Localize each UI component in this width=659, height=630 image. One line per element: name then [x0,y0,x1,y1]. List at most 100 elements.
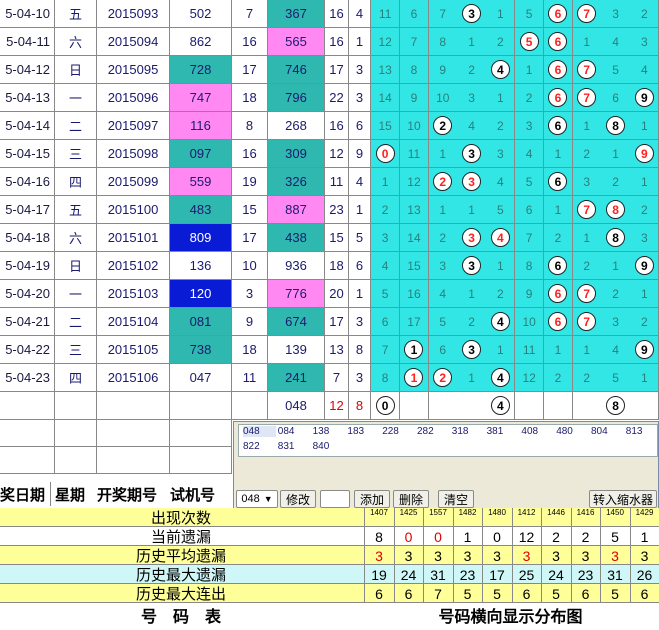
pending-distribution-cell: 8 [601,392,631,420]
number-ball: 7 [577,200,597,219]
miss-count: 2 [554,230,562,245]
winning-span: 3 [349,308,371,336]
candidate-number[interactable]: 228 [382,426,415,437]
candidate-number[interactable]: 138 [313,426,346,437]
miss-count: 10 [436,90,450,105]
winning-sum: 12 [325,140,349,168]
miss-count: 3 [468,90,475,105]
draw-date: 5-04-11 [0,28,55,56]
miss-count: 4 [640,62,648,77]
miss-count: 17 [407,314,421,329]
miss-count: 7 [525,230,533,245]
winning-span: 8 [349,336,371,364]
distribution-cell: 8 [601,196,631,224]
number-select[interactable]: 048 ▼ [236,490,278,508]
number-ball: 3 [462,172,482,191]
stats-value: 23 [570,565,600,584]
miss-count: 4 [612,342,619,357]
candidate-number[interactable]: 408 [521,426,554,437]
stats-value: 23 [452,565,482,584]
distribution-cell: 2 [515,84,545,112]
candidate-number[interactable]: 318 [452,426,485,437]
miss-count: 2 [496,118,504,133]
miss-count: 5 [496,202,504,217]
delete-button[interactable]: 删除 [393,490,429,508]
winning-sum: 11 [325,168,349,196]
miss-count: 5 [439,314,447,329]
stats-value: 3 [511,546,541,565]
candidate-number[interactable]: 480 [556,426,589,437]
blank-cell [0,447,55,474]
candidate-number[interactable]: 804 [591,426,624,437]
miss-count: 2 [525,90,533,105]
distribution-cell: 2 [428,168,458,196]
stats-value: 24 [393,565,423,584]
pending-distribution-cell [515,392,545,420]
miss-count: 1 [640,286,648,301]
distribution-cell: 8 [601,112,631,140]
footer-distribution: 号码横向显示分布图 [438,609,583,626]
miss-count: 2 [583,146,591,161]
candidate-number[interactable]: 822 [243,441,276,452]
pending-cell: 048 [268,392,325,420]
distribution-cell: 1 [399,336,430,364]
number-ball: 0 [375,144,395,163]
stats-label: 出现次数 [150,510,211,527]
modify-button[interactable]: 修改 [280,490,316,508]
distribution-cell: 2 [428,224,458,252]
candidate-number[interactable]: 084 [278,426,311,437]
distribution-cell: 1 [486,336,516,364]
miss-count: 5 [612,370,619,385]
number-ball: 7 [577,4,597,23]
candidate-number[interactable]: 048 [243,426,276,437]
miss-count: 14 [407,230,421,245]
shrink-button[interactable]: 转入缩水器 [589,490,657,508]
number-ball: 7 [577,312,597,331]
stats-value: 26 [629,565,659,584]
candidate-number[interactable]: 381 [487,426,520,437]
candidate-number[interactable]: 282 [417,426,450,437]
candidate-number[interactable]: 840 [313,441,346,452]
stats-label: 历史最大遗漏 [135,567,226,584]
distribution-cell: 7 [572,56,602,84]
pending-distribution-cell [399,392,430,420]
stats-label: 当前遗漏 [150,529,211,546]
miss-count: 4 [381,258,389,273]
miss-count: 11 [522,342,536,357]
draw-date: 5-04-14 [0,112,55,140]
distribution-cell: 6 [543,280,574,308]
miss-count: 1 [468,370,475,385]
number-input[interactable] [320,490,350,508]
winning-number: 326 [268,168,325,196]
pending-cell: 8 [349,392,371,420]
candidate-number[interactable]: 183 [347,426,380,437]
distribution-cell: 2 [601,280,631,308]
candidate-number[interactable]: 813 [626,426,659,437]
draw-date: 5-04-18 [0,224,55,252]
trial-number: 136 [170,252,232,280]
miss-count: 5 [525,174,533,189]
add-button[interactable]: 添加 [354,490,390,508]
pending-number-ball: 0 [375,396,395,415]
winning-number: 438 [268,224,325,252]
stats-value: 8 [364,527,393,546]
miss-count: 2 [496,34,504,49]
distribution-cell: 11 [399,140,430,168]
miss-count: 10 [407,118,421,133]
distribution-cell: 4 [486,56,516,84]
distribution-cell: 10 [428,84,458,112]
miss-count: 7 [381,342,389,357]
trial-number: 116 [170,112,232,140]
clear-button[interactable]: 清空 [438,490,474,508]
winning-sum: 13 [325,336,349,364]
distribution-cell: 6 [515,196,545,224]
stats-value: 5 [600,527,629,546]
winning-span: 6 [349,252,371,280]
pending-distribution-cell [457,392,487,420]
weekday: 一 [55,84,97,112]
distribution-cell: 6 [543,168,574,196]
candidate-number[interactable]: 831 [278,441,311,452]
number-ball: 4 [490,368,510,387]
draw-date: 5-04-16 [0,168,55,196]
miss-count: 1 [525,62,533,77]
